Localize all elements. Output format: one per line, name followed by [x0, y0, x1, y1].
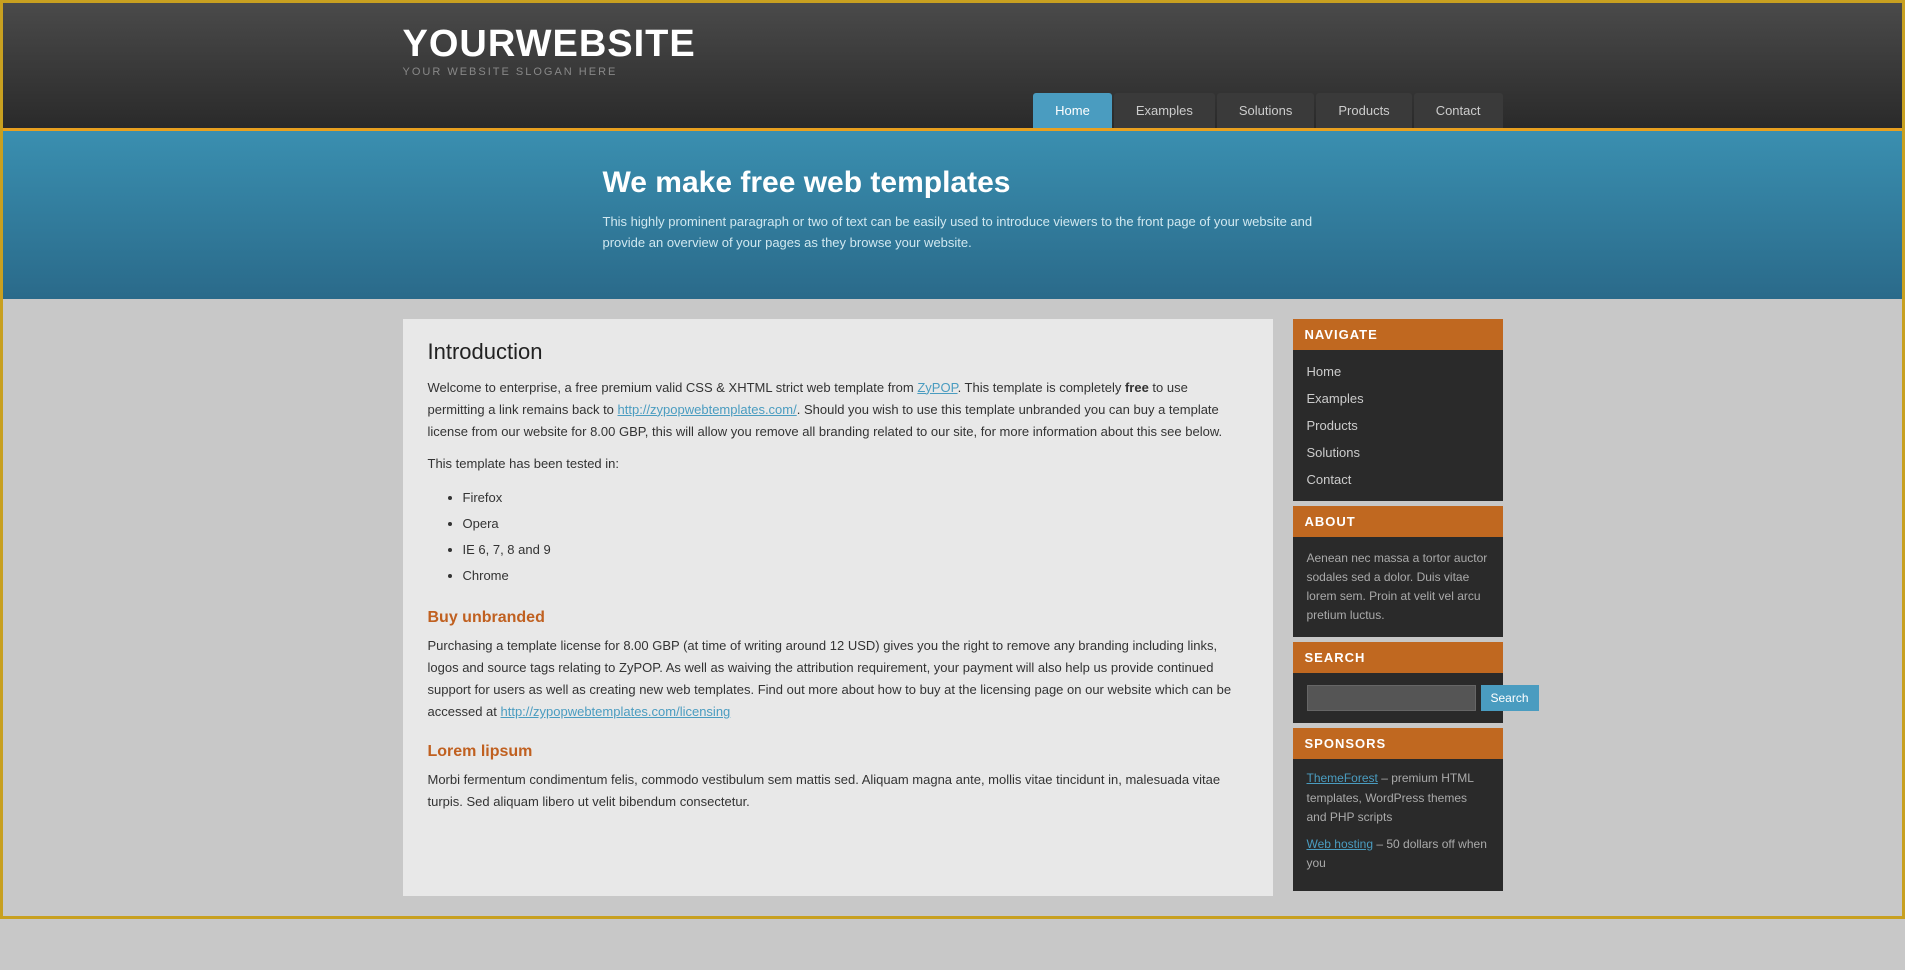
about-title: ABOUT — [1293, 506, 1503, 537]
search-input[interactable] — [1307, 685, 1476, 711]
search-title: SEARCH — [1293, 642, 1503, 673]
search-button[interactable]: Search — [1481, 685, 1539, 711]
lorem-paragraph: Morbi fermentum condimentum felis, commo… — [428, 769, 1248, 813]
about-content: Aenean nec massa a tortor auctor sodales… — [1293, 537, 1503, 638]
buy-paragraph: Purchasing a template license for 8.00 G… — [428, 635, 1248, 723]
sponsor1: ThemeForest – premium HTML templates, Wo… — [1307, 769, 1489, 827]
site-title: YOURWEBSITE — [403, 23, 1503, 66]
main-content: Introduction Welcome to enterprise, a fr… — [403, 319, 1273, 897]
site-slogan: YOUR WEBSITE SLOGAN HERE — [403, 66, 1503, 78]
nav-item-solutions[interactable]: Solutions — [1217, 93, 1314, 128]
licensing-link[interactable]: http://zypopwebtemplates.com/licensing — [501, 704, 731, 719]
hero-description: This highly prominent paragraph or two o… — [603, 212, 1323, 254]
buy-heading: Buy unbranded — [428, 609, 1248, 627]
search-widget: SEARCH Search — [1293, 642, 1503, 723]
free-bold: free — [1125, 380, 1149, 395]
tested-intro: This template has been tested in: — [428, 453, 1248, 475]
sponsors-content: ThemeForest – premium HTML templates, Wo… — [1293, 759, 1503, 891]
nav-item-examples[interactable]: Examples — [1114, 93, 1215, 128]
list-item: Chrome — [463, 563, 1248, 589]
intro-heading: Introduction — [428, 339, 1248, 365]
about-text: Aenean nec massa a tortor auctor sodales… — [1307, 549, 1489, 626]
sidebar-nav-solutions[interactable]: Solutions — [1293, 439, 1503, 466]
intro-paragraph: Welcome to enterprise, a free premium va… — [428, 377, 1248, 443]
sidebar: NAVIGATE Home Examples Products Solution… — [1293, 319, 1503, 897]
lorem-heading: Lorem lipsum — [428, 743, 1248, 761]
hero-heading: We make free web templates — [603, 166, 1503, 200]
webhosting-link[interactable]: Web hosting — [1307, 837, 1374, 851]
zypop-link[interactable]: ZyPOP — [917, 380, 957, 395]
navigate-content: Home Examples Products Solutions Contact — [1293, 350, 1503, 501]
list-item: IE 6, 7, 8 and 9 — [463, 537, 1248, 563]
sponsors-widget: SPONSORS ThemeForest – premium HTML temp… — [1293, 728, 1503, 891]
nav-item-products[interactable]: Products — [1316, 93, 1411, 128]
header: YOURWEBSITE YOUR WEBSITE SLOGAN HERE Hom… — [3, 3, 1902, 131]
navigate-title: NAVIGATE — [1293, 319, 1503, 350]
navigate-widget: NAVIGATE Home Examples Products Solution… — [1293, 319, 1503, 501]
main-nav: Home Examples Solutions Products Contact — [403, 93, 1503, 128]
tested-list: Firefox Opera IE 6, 7, 8 and 9 Chrome — [463, 485, 1248, 589]
hero-section: We make free web templates This highly p… — [3, 131, 1902, 299]
list-item: Firefox — [463, 485, 1248, 511]
search-content: Search — [1293, 673, 1503, 723]
main-wrapper: Introduction Welcome to enterprise, a fr… — [383, 299, 1523, 917]
template-site-link[interactable]: http://zypopwebtemplates.com/ — [618, 402, 797, 417]
logo: YOURWEBSITE YOUR WEBSITE SLOGAN HERE — [403, 23, 1503, 78]
about-widget: ABOUT Aenean nec massa a tortor auctor s… — [1293, 506, 1503, 638]
sidebar-nav-home[interactable]: Home — [1293, 358, 1503, 385]
sponsors-title: SPONSORS — [1293, 728, 1503, 759]
sidebar-nav-products[interactable]: Products — [1293, 412, 1503, 439]
nav-item-contact[interactable]: Contact — [1414, 93, 1503, 128]
sponsor2: Web hosting – 50 dollars off when you — [1307, 835, 1489, 873]
sidebar-nav-contact[interactable]: Contact — [1293, 466, 1503, 493]
themeforest-link[interactable]: ThemeForest — [1307, 771, 1378, 785]
sidebar-nav-examples[interactable]: Examples — [1293, 385, 1503, 412]
list-item: Opera — [463, 511, 1248, 537]
nav-item-home[interactable]: Home — [1033, 93, 1112, 128]
